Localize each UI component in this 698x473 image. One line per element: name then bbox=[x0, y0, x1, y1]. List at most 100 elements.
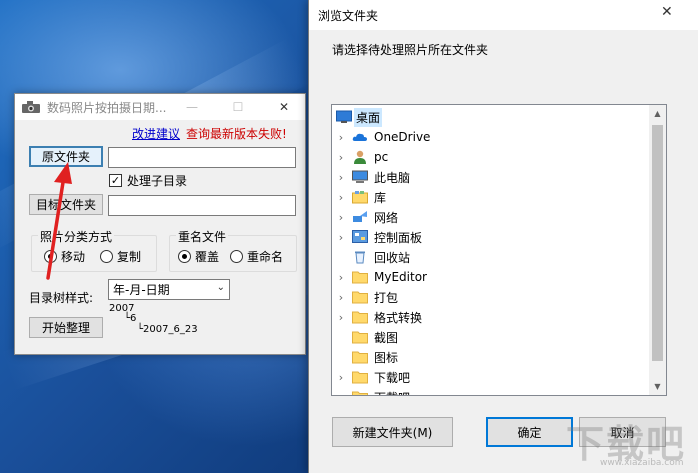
chevron-right-icon[interactable]: › bbox=[336, 291, 346, 304]
chevron-right-icon[interactable]: › bbox=[336, 391, 346, 396]
tree-item[interactable]: › pc bbox=[332, 147, 652, 167]
chevron-right-icon[interactable]: › bbox=[336, 151, 346, 164]
tree-item-label: 截图 bbox=[374, 330, 399, 345]
subdir-checkbox-row[interactable]: ✓ 处理子目录 bbox=[109, 172, 187, 189]
radio-selected[interactable] bbox=[178, 250, 191, 263]
control-panel-icon bbox=[352, 230, 368, 244]
chevron-right-icon[interactable]: › bbox=[336, 131, 346, 144]
dialog-titlebar[interactable]: 浏览文件夹 ✕ bbox=[309, 0, 698, 30]
scroll-thumb[interactable] bbox=[652, 125, 663, 361]
close-icon[interactable]: ✕ bbox=[261, 94, 307, 120]
folder-icon bbox=[352, 330, 368, 344]
chevron-down-icon[interactable]: ⌄ bbox=[217, 282, 225, 293]
rename-rename-radio[interactable]: 重命名 bbox=[230, 248, 283, 265]
tree-item[interactable]: › 下载吧 bbox=[332, 367, 652, 387]
tree-style-select[interactable]: 年-月-日期 ⌄ bbox=[108, 279, 230, 300]
rename-group-label: 重名文件 bbox=[176, 228, 229, 245]
browse-folder-dialog: 浏览文件夹 ✕ 请选择待处理照片所在文件夹 ›下载吧›下载吧图标截图›格式转换›… bbox=[308, 0, 698, 473]
tree-item[interactable]: 桌面 bbox=[332, 107, 652, 127]
mode-copy-radio[interactable]: 复制 bbox=[100, 248, 141, 265]
tree-item-label: MyEditor bbox=[374, 270, 427, 284]
folder-tree[interactable]: › 下载吧 › 下载吧 图标 截图 › 格式转换 › 打包 › MyEditor 回收站 › 控制面板 › 网络… bbox=[331, 104, 667, 396]
tree-item[interactable]: 截图 bbox=[332, 327, 652, 347]
tree-item-label: 网络 bbox=[374, 210, 399, 225]
tree-style-label: 目录树样式: bbox=[29, 291, 94, 305]
tree-item-label: 桌面 bbox=[354, 107, 383, 127]
tree-item[interactable]: › 此电脑 bbox=[332, 167, 652, 187]
tree-item[interactable]: 回收站 bbox=[332, 247, 652, 267]
tree-sample-month: └6 bbox=[124, 313, 137, 324]
folder-icon bbox=[352, 390, 368, 395]
camera-icon bbox=[21, 100, 41, 114]
tree-item-label: 图标 bbox=[374, 350, 399, 365]
tree-item[interactable]: › 库 bbox=[332, 187, 652, 207]
folder-icon bbox=[352, 290, 368, 304]
mode-copy-label: 复制 bbox=[117, 250, 142, 264]
tree-item-label: 格式转换 bbox=[374, 310, 423, 325]
tree-scrollbar[interactable]: ▲ ▼ bbox=[649, 105, 666, 395]
tree-item[interactable]: › 下载吧 bbox=[332, 387, 652, 396]
rename-overwrite-label: 覆盖 bbox=[195, 250, 220, 264]
tree-item-label: 控制面板 bbox=[374, 230, 423, 245]
minimize-icon[interactable]: — bbox=[169, 94, 215, 120]
dialog-title: 浏览文件夹 bbox=[318, 9, 379, 23]
folder-icon bbox=[352, 350, 368, 364]
folder-icon bbox=[352, 310, 368, 324]
new-folder-button[interactable]: 新建文件夹(M) bbox=[332, 417, 453, 447]
subdir-checkbox[interactable]: ✓ bbox=[109, 174, 122, 187]
start-button[interactable]: 开始整理 bbox=[29, 317, 103, 338]
chevron-right-icon[interactable]: › bbox=[336, 311, 346, 324]
scroll-down-icon[interactable]: ▼ bbox=[649, 378, 666, 395]
rename-overwrite-radio[interactable]: 覆盖 bbox=[178, 248, 219, 265]
recycle-bin-icon bbox=[352, 250, 368, 264]
close-icon[interactable]: ✕ bbox=[661, 4, 673, 20]
subdir-label: 处理子目录 bbox=[127, 174, 188, 188]
radio-unselected[interactable] bbox=[230, 250, 243, 263]
tree-item-label: 打包 bbox=[374, 290, 399, 305]
maximize-icon[interactable]: ☐ bbox=[215, 94, 261, 120]
radio-unselected[interactable] bbox=[100, 250, 113, 263]
suggest-link[interactable]: 改进建议 bbox=[132, 125, 180, 142]
rename-rename-label: 重命名 bbox=[247, 250, 284, 264]
tree-item-label: 下载吧 bbox=[374, 370, 411, 385]
tree-item[interactable]: 图标 bbox=[332, 347, 652, 367]
chevron-right-icon[interactable]: › bbox=[336, 231, 346, 244]
tree-item-label: 下载吧 bbox=[372, 388, 412, 396]
tree-item-label: 回收站 bbox=[374, 250, 411, 265]
network-icon bbox=[352, 210, 368, 224]
chevron-right-icon[interactable]: › bbox=[336, 211, 346, 224]
folder-icon bbox=[352, 270, 368, 284]
ok-button[interactable]: 确定 bbox=[486, 417, 573, 447]
source-folder-input[interactable] bbox=[108, 147, 296, 168]
desktop-icon bbox=[336, 110, 352, 124]
update-status: 查询最新版本失败! bbox=[186, 127, 287, 141]
tree-item-label: pc bbox=[374, 150, 389, 164]
tree-item-label: OneDrive bbox=[374, 130, 431, 144]
dialog-prompt: 请选择待处理照片所在文件夹 bbox=[332, 43, 489, 57]
tree-item[interactable]: › 控制面板 bbox=[332, 227, 652, 247]
app-title: 数码照片按拍摄日期... bbox=[47, 100, 167, 115]
watermark-url: www.xiazaiba.com bbox=[600, 458, 684, 468]
chevron-right-icon[interactable]: › bbox=[336, 171, 346, 184]
scroll-up-icon[interactable]: ▲ bbox=[649, 105, 666, 122]
chevron-right-icon[interactable]: › bbox=[336, 191, 346, 204]
chevron-right-icon[interactable]: › bbox=[336, 371, 346, 384]
tree-item[interactable]: › 打包 bbox=[332, 287, 652, 307]
rename-group: 重名文件 覆盖 重命名 bbox=[169, 228, 297, 272]
chevron-right-icon[interactable]: › bbox=[336, 271, 346, 284]
tree-sample-day: └2007_6_23 bbox=[137, 324, 198, 335]
user-icon bbox=[352, 150, 368, 164]
tree-item[interactable]: › MyEditor bbox=[332, 267, 652, 287]
tree-item[interactable]: › 格式转换 bbox=[332, 307, 652, 327]
tree-item-label: 此电脑 bbox=[374, 170, 411, 185]
tree-item[interactable]: › 网络 bbox=[332, 207, 652, 227]
app-titlebar[interactable]: 数码照片按拍摄日期... — ☐ ✕ bbox=[15, 94, 305, 120]
onedrive-icon bbox=[352, 130, 368, 144]
tree-item-label: 库 bbox=[374, 190, 387, 205]
red-arrow-annotation bbox=[46, 162, 72, 280]
tree-style-value: 年-月-日期 bbox=[113, 283, 170, 297]
computer-icon bbox=[352, 170, 368, 184]
library-icon bbox=[352, 190, 368, 204]
target-folder-input[interactable] bbox=[108, 195, 296, 216]
tree-item[interactable]: › OneDrive bbox=[332, 127, 652, 147]
